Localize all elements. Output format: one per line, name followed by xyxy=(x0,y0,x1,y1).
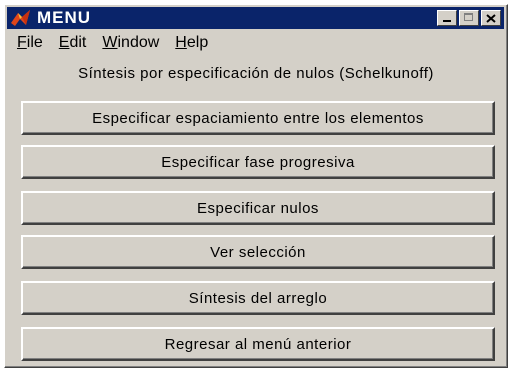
menu-window[interactable]: Window xyxy=(102,34,159,52)
minimize-icon xyxy=(443,20,451,22)
specify-progressive-phase-button[interactable]: Especificar fase progresiva xyxy=(21,145,495,179)
array-synthesis-button[interactable]: Síntesis del arreglo xyxy=(21,281,495,315)
page-title: Síntesis por especificación de nulos (Sc… xyxy=(78,65,434,82)
minimize-button[interactable] xyxy=(437,10,457,26)
specify-spacing-button[interactable]: Especificar espaciamiento entre los elem… xyxy=(21,101,495,135)
maximize-button[interactable] xyxy=(459,10,479,26)
window-title: MENU xyxy=(37,8,92,27)
menu-bar: File Edit Window Help xyxy=(7,31,504,55)
matlab-icon xyxy=(9,8,33,28)
back-to-previous-menu-button[interactable]: Regresar al menú anterior xyxy=(21,327,495,361)
menu-window: MENU File Edit Window Help Síntesis por … xyxy=(4,4,508,368)
close-icon xyxy=(486,14,496,23)
specify-nulls-button[interactable]: Especificar nulos xyxy=(21,191,495,225)
menu-help[interactable]: Help xyxy=(175,34,208,52)
maximize-icon xyxy=(464,13,473,21)
close-button[interactable] xyxy=(481,10,501,26)
title-bar[interactable]: MENU xyxy=(7,7,504,29)
window-controls xyxy=(437,10,501,26)
view-selection-button[interactable]: Ver selección xyxy=(21,235,495,269)
menu-file[interactable]: File xyxy=(17,34,43,52)
menu-edit[interactable]: Edit xyxy=(59,34,87,52)
